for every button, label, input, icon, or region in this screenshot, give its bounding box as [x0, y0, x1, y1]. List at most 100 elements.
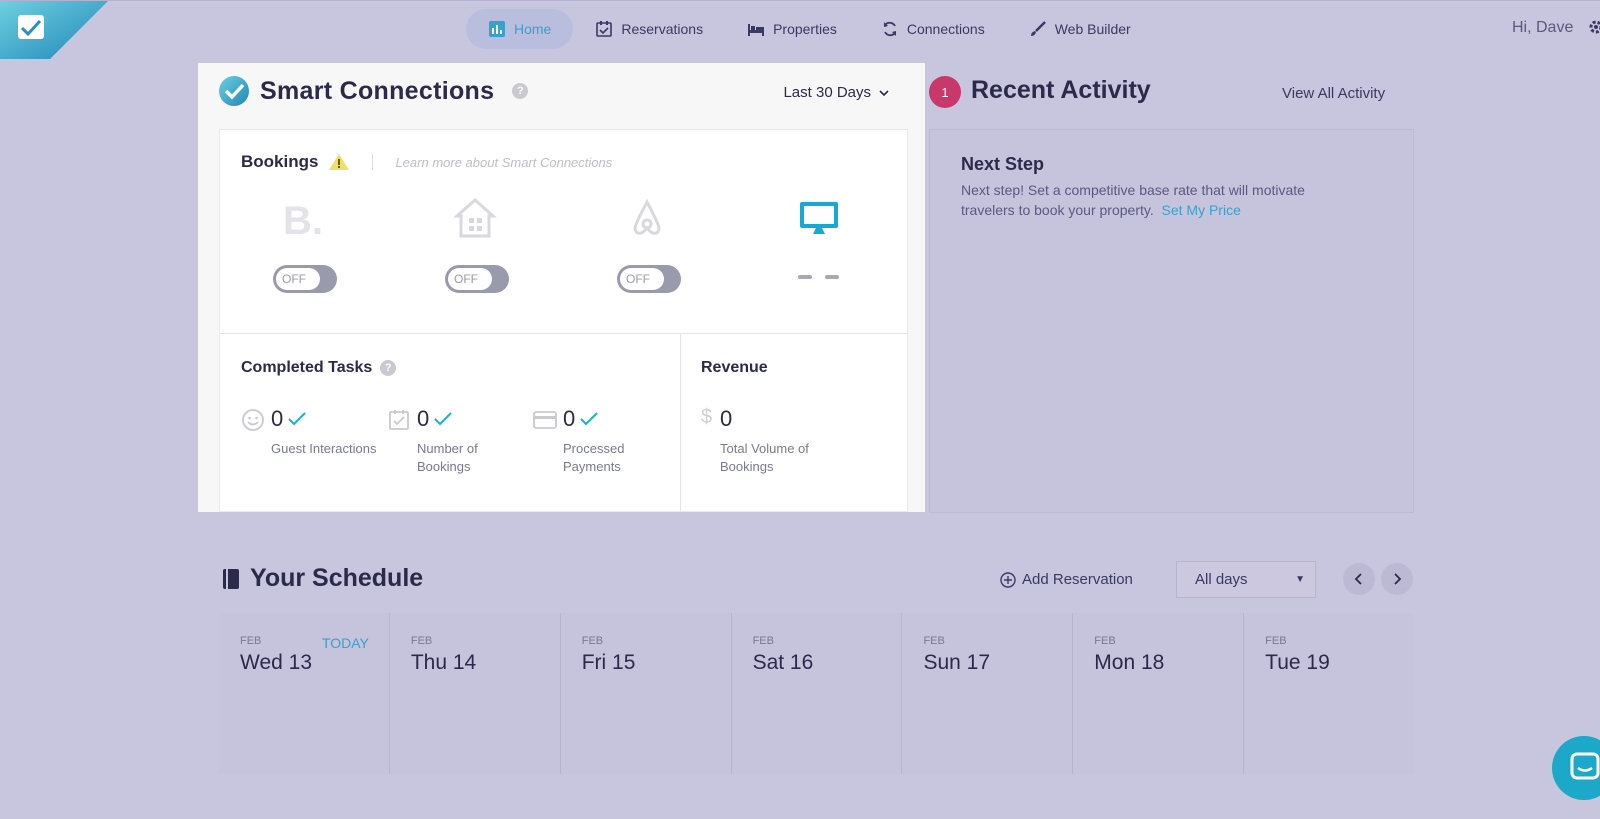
view-all-activity-link[interactable]: View All Activity — [1282, 85, 1385, 102]
day-column[interactable]: FEB TODAY Wed 13 — [219, 613, 390, 774]
gear-icon[interactable] — [1588, 19, 1600, 35]
booking-com-toggle[interactable]: OFF — [273, 265, 337, 293]
toggle-off-label: OFF — [276, 268, 320, 290]
day-name: Thu 14 — [410, 651, 477, 674]
smart-connections-header: Smart Connections ? — [218, 75, 529, 107]
book-icon — [223, 568, 239, 589]
caret-down-icon: ▼ — [1295, 574, 1305, 585]
today-label: TODAY — [321, 635, 369, 651]
date-range-label: Last 30 Days — [783, 84, 871, 101]
airbnb-logo-icon — [633, 198, 661, 235]
divider — [680, 334, 681, 512]
schedule-days: FEB TODAY Wed 13 FEB Thu 14 FEB Fri 15 F… — [219, 613, 1415, 774]
homeaway-channel — [430, 196, 520, 245]
day-name: Fri 15 — [581, 651, 636, 674]
add-reservation-button[interactable]: Add Reservation — [1000, 571, 1133, 588]
nav-reservations[interactable]: Reservations — [573, 9, 725, 49]
smart-connections-panel: Bookings Learn more about Smart Connecti… — [219, 129, 908, 512]
bed-icon — [748, 24, 765, 36]
nav-home[interactable]: Home — [466, 9, 574, 49]
bookings-title: Bookings — [241, 152, 319, 171]
nav-reservations-label: Reservations — [621, 21, 704, 37]
day-column[interactable]: FEB Sat 16 — [731, 613, 903, 774]
check-icon — [580, 412, 598, 426]
chat-launcher-button[interactable] — [1552, 736, 1600, 800]
completed-tasks-label: Completed Tasks — [241, 359, 373, 376]
nav-web-builder[interactable]: Web Builder — [1007, 9, 1153, 49]
days-filter-select[interactable]: All days ▼ — [1176, 561, 1316, 598]
stat-value: 0 — [271, 406, 284, 431]
bar-chart-icon — [489, 21, 505, 37]
bookings-header: Bookings Learn more about Smart Connecti… — [241, 152, 612, 172]
day-name: Sun 17 — [923, 651, 990, 674]
add-reservation-label: Add Reservation — [1022, 571, 1133, 588]
next-week-button[interactable] — [1381, 563, 1413, 595]
day-name: Mon 18 — [1094, 651, 1165, 674]
stat-label: Guest Interactions — [271, 441, 377, 456]
plus-circle-icon — [1000, 571, 1016, 588]
sync-icon — [883, 21, 896, 37]
day-column[interactable]: FEB Sun 17 — [902, 613, 1074, 774]
previous-week-button[interactable] — [1343, 563, 1375, 595]
calendar-check-icon — [389, 410, 409, 430]
learn-more-link[interactable]: Learn more about Smart Connections — [395, 155, 612, 170]
smart-connections-title: Smart Connections — [260, 76, 495, 105]
day-month: FEB — [581, 635, 604, 647]
stat-label: Processed Payments — [563, 441, 625, 474]
day-month: FEB — [1094, 635, 1116, 647]
day-column[interactable]: FEB Tue 19 — [1244, 613, 1415, 774]
set-my-price-link[interactable]: Set My Price — [1162, 202, 1241, 218]
user-greeting[interactable]: Hi, Dave — [1512, 19, 1573, 37]
calendar-check-icon — [596, 21, 613, 37]
svg-text:B.: B. — [283, 199, 323, 240]
revenue-label: Total Volume of Bookings — [720, 441, 809, 474]
nav-connections[interactable]: Connections — [859, 9, 1007, 49]
nav-properties[interactable]: Properties — [725, 9, 859, 49]
toggle-off-label: OFF — [448, 268, 492, 290]
status-dash — [825, 275, 839, 279]
day-column[interactable]: FEB Fri 15 — [560, 613, 732, 774]
toggle-off-label: OFF — [620, 268, 664, 290]
house-logo-icon — [453, 197, 497, 238]
day-month: FEB — [1265, 635, 1287, 647]
main-nav: Home Reservations Properties Connections… — [466, 9, 1153, 49]
schedule-title-label: Your Schedule — [250, 564, 424, 592]
airbnb-channel — [602, 196, 692, 245]
credit-card-icon — [533, 411, 557, 429]
divider — [372, 154, 374, 170]
airbnb-toggle[interactable]: OFF — [617, 265, 681, 293]
help-icon[interactable]: ? — [380, 360, 397, 376]
date-range-dropdown[interactable]: Last 30 Days — [783, 84, 889, 101]
top-navigation-bar: Home Reservations Properties Connections… — [0, 0, 1600, 59]
check-icon — [434, 412, 452, 426]
nav-home-label: Home — [514, 21, 552, 37]
next-step-text: Next step! Set a competitive base rate t… — [961, 180, 1321, 220]
revenue-value: 0 — [720, 406, 733, 431]
nav-web-builder-label: Web Builder — [1054, 21, 1131, 37]
day-column[interactable]: FEB Mon 18 — [1073, 613, 1245, 774]
app-logo[interactable] — [0, 1, 108, 59]
day-name: Tue 19 — [1265, 651, 1330, 674]
chevron-left-icon — [1354, 573, 1362, 585]
chevron-down-icon — [879, 89, 889, 96]
next-step-title: Next Step — [961, 154, 1045, 174]
warning-icon[interactable] — [328, 153, 350, 171]
day-month: FEB — [240, 635, 262, 647]
stat-label: Number of Bookings — [417, 441, 478, 474]
nav-properties-label: Properties — [773, 21, 837, 37]
smart-connections-card: Smart Connections ? Last 30 Days Booking… — [198, 63, 925, 512]
day-column[interactable]: FEB Thu 14 — [389, 613, 561, 774]
schedule-title: Your Schedule — [222, 564, 423, 593]
smart-connections-logo-icon — [219, 76, 249, 106]
desktop-monitor-icon — [800, 202, 838, 234]
chat-icon — [1570, 752, 1600, 780]
activity-panel: Next Step Next step! Set a competitive b… — [929, 129, 1414, 513]
stat-value: 0 — [417, 406, 430, 431]
homeaway-toggle[interactable]: OFF — [445, 265, 509, 293]
booking-com-channel: B. — [258, 196, 348, 245]
notification-badge: 1 — [929, 76, 961, 108]
help-icon[interactable]: ? — [512, 83, 529, 99]
smiley-icon — [242, 409, 264, 431]
brush-icon — [1030, 21, 1046, 36]
day-name: Wed 13 — [240, 651, 312, 674]
